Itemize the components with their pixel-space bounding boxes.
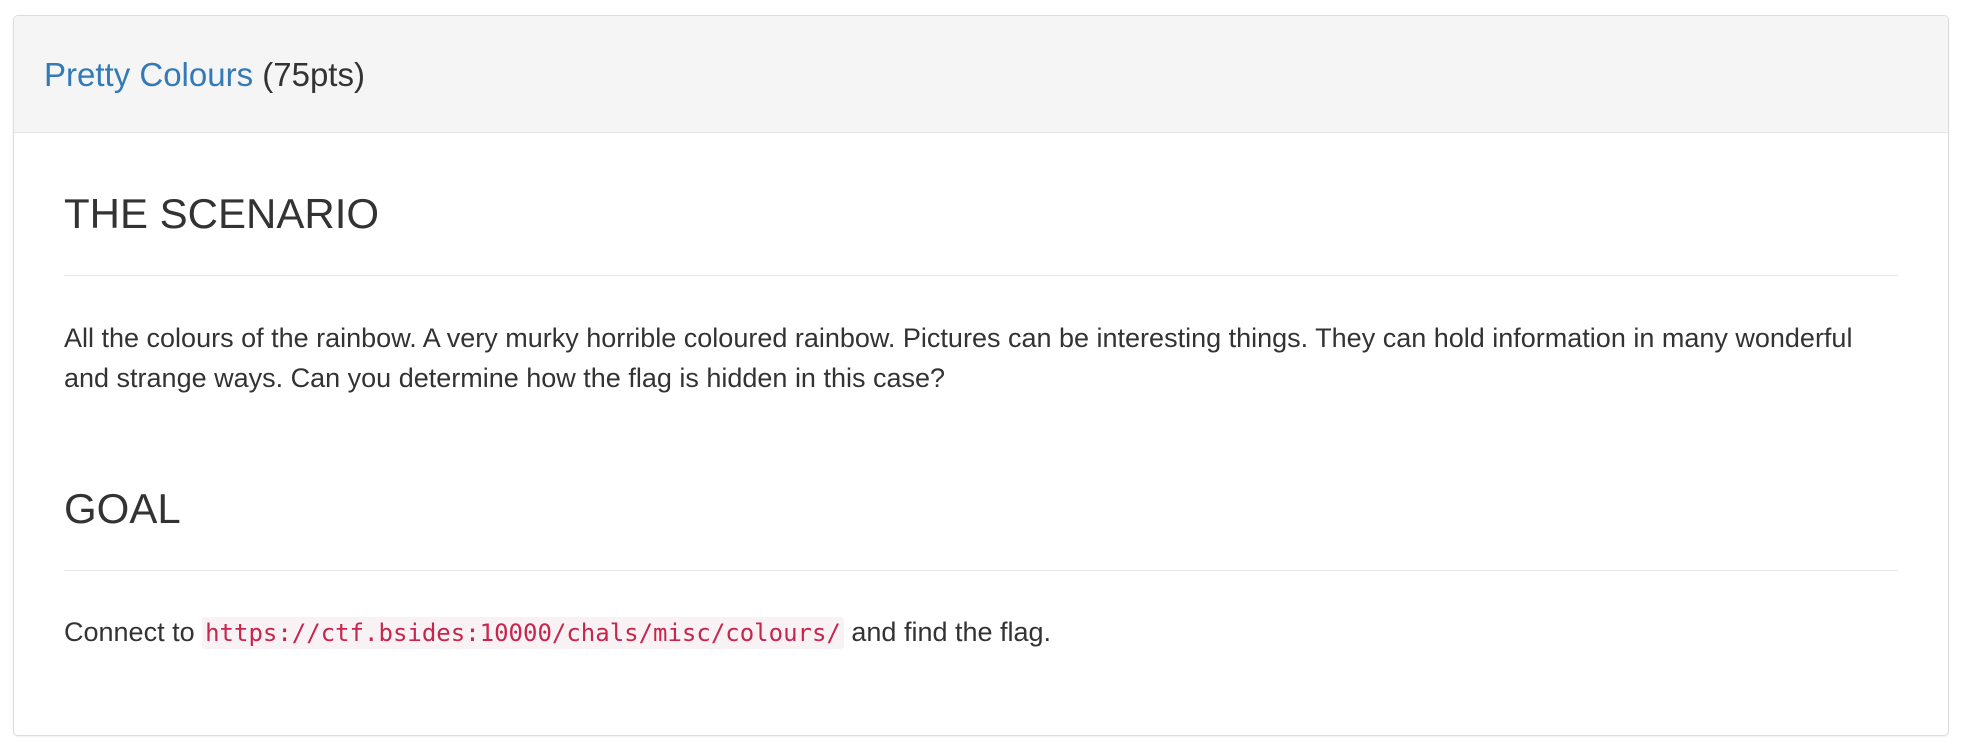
- scenario-heading: THE SCENARIO: [64, 190, 380, 237]
- goal-prefix: Connect to: [64, 617, 195, 647]
- goal-section: GOAL Connect to https://ctf.bsides:10000…: [64, 398, 1898, 653]
- challenge-body: THE SCENARIO All the colours of the rain…: [14, 133, 1948, 653]
- goal-text: Connect to https://ctf.bsides:10000/chal…: [64, 571, 1898, 653]
- goal-suffix: and find the flag.: [851, 617, 1052, 647]
- goal-url[interactable]: https://ctf.bsides:10000/chals/misc/colo…: [202, 617, 844, 649]
- scenario-section: THE SCENARIO All the colours of the rain…: [64, 133, 1898, 398]
- goal-heading: GOAL: [64, 485, 181, 532]
- challenge-title: Pretty Colours (75pts): [44, 58, 365, 91]
- challenge-points: (75pts): [262, 55, 365, 93]
- challenge-header: Pretty Colours (75pts): [14, 16, 1948, 133]
- scenario-text: All the colours of the rainbow. A very m…: [64, 323, 1853, 393]
- challenge-title-link[interactable]: Pretty Colours: [44, 56, 253, 93]
- challenge-panel: Pretty Colours (75pts) THE SCENARIO All …: [13, 15, 1949, 736]
